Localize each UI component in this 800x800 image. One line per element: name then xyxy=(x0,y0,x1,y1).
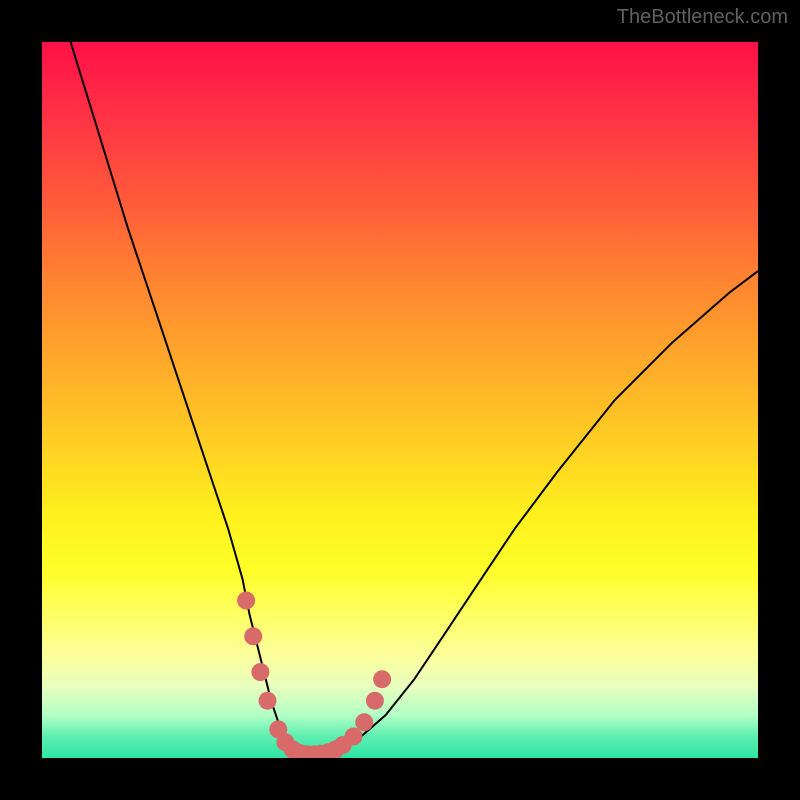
highlight-marker xyxy=(366,692,384,710)
highlight-marker xyxy=(244,627,262,645)
highlight-marker xyxy=(373,670,391,688)
watermark-text: TheBottleneck.com xyxy=(617,6,788,29)
chart-svg xyxy=(42,42,758,758)
highlight-marker xyxy=(237,592,255,610)
bottleneck-curve-line xyxy=(71,42,758,754)
highlight-marker xyxy=(251,663,269,681)
highlight-marker xyxy=(355,713,373,731)
highlight-marker xyxy=(259,692,277,710)
highlight-markers xyxy=(237,592,391,759)
chart-plot-area xyxy=(42,42,758,758)
highlight-marker xyxy=(345,728,363,746)
